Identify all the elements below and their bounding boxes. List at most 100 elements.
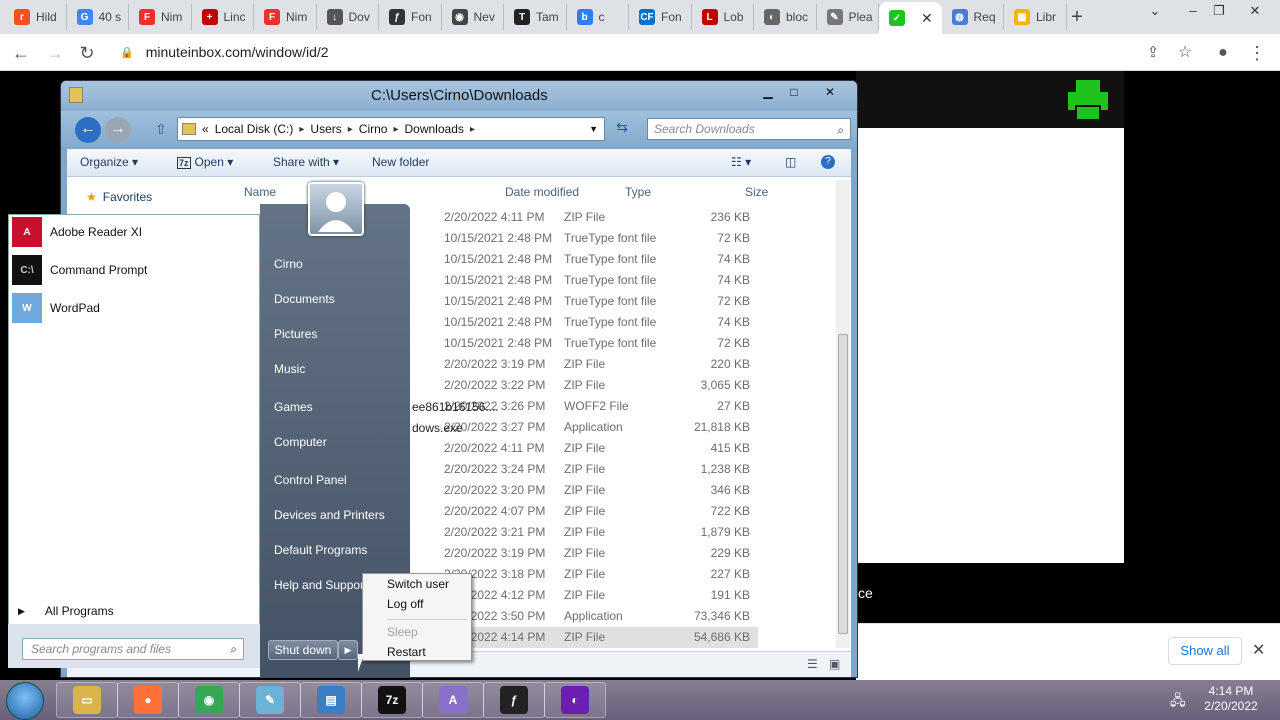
new-folder-button[interactable]: New folder (372, 155, 429, 169)
breadcrumb-separator-icon[interactable]: ▸ (299, 124, 304, 135)
share-icon[interactable]: ⇪ (1140, 40, 1166, 66)
column-type[interactable]: Type (625, 185, 651, 199)
breadcrumb-item[interactable]: Local Disk (C:) (215, 122, 294, 136)
menu-icon[interactable]: ⋮ (1244, 40, 1270, 66)
shut-down-button[interactable]: Shut down (268, 640, 338, 660)
taskbar-chrome-button[interactable]: ◉ (178, 682, 240, 718)
browser-tab[interactable]: T Tam (504, 4, 567, 30)
start-place-item[interactable]: Control Panel (274, 473, 347, 487)
file-row[interactable]: 10/15/2021 2:48 PM TrueType font file 72 K… (438, 291, 758, 312)
file-row[interactable]: 2/20/2022 3:21 PM ZIP File 1,879 KB (438, 522, 758, 543)
taskbar-media-app-button[interactable]: ◐ (544, 682, 606, 718)
browser-tab[interactable]: ↓ Dov (317, 4, 379, 30)
column-name[interactable]: Name (244, 185, 276, 199)
program-item[interactable]: A Adobe Reader XI (12, 217, 142, 247)
file-row[interactable]: 2/20/2022 4:11 PM ZIP File 415 KB (438, 438, 758, 459)
back-icon[interactable]: ← (8, 40, 34, 66)
address-dropdown-icon[interactable]: ▼ (589, 124, 598, 134)
file-name-partial[interactable]: ee861b16156.... (412, 400, 499, 414)
file-row[interactable]: 10/15/2021 2:48 PM TrueType font file 74 K… (438, 270, 758, 291)
taskbar-firefox-button[interactable]: ● (117, 682, 179, 718)
file-row[interactable]: 2/20/2022 3:19 PM ZIP File 229 KB (438, 543, 758, 564)
column-date-modified[interactable]: Date modified (505, 185, 579, 199)
column-size[interactable]: Size (745, 185, 768, 199)
favorites-nav[interactable]: ★ Favorites (86, 190, 152, 204)
close-tab-icon[interactable]: ✕ (921, 10, 933, 27)
close-download-bar-icon[interactable]: ✕ (1252, 640, 1265, 660)
printer-icon[interactable] (1066, 78, 1110, 122)
browser-tab[interactable]: ◐ bloc (754, 4, 817, 30)
maximize-icon[interactable]: □ (781, 83, 807, 101)
file-row[interactable]: 2/20/2022 3:24 PM ZIP File 1,238 KB (438, 459, 758, 480)
browser-tab[interactable]: L Lob (692, 4, 754, 30)
taskbar-7-zip-button[interactable]: 7z (361, 682, 423, 718)
user-avatar[interactable] (308, 182, 364, 236)
forward-icon[interactable]: → (105, 117, 131, 143)
browser-tab[interactable]: G 40 s (67, 4, 129, 30)
browser-tab[interactable]: CF Fon (629, 4, 692, 30)
shut-down-options-arrow[interactable]: ▶ (338, 640, 358, 660)
browser-tab[interactable]: bc (567, 4, 629, 30)
start-place-item[interactable]: Music (274, 362, 305, 376)
system-clock[interactable]: 4:14 PM 2/20/2022 (1196, 684, 1266, 714)
address-bar[interactable]: 🔒 minuteinbox.com/window/id/2 (108, 37, 1208, 67)
start-place-item[interactable]: Pictures (274, 327, 317, 341)
start-place-item[interactable]: Devices and Printers (274, 508, 385, 522)
file-name-partial[interactable]: dows.exe (412, 421, 463, 435)
address-breadcrumb[interactable]: « Local Disk (C:) ▸ Users ▸ Cirno ▸ Downloads ▸ ▼ (177, 117, 605, 141)
open-button[interactable]: 7z Open ▾ (177, 155, 233, 169)
up-icon[interactable]: ⇧ (155, 121, 167, 138)
restart-item[interactable]: Restart (387, 645, 426, 659)
restore-icon[interactable]: ❐ (1204, 0, 1234, 24)
breadcrumb-item[interactable]: Downloads (405, 122, 464, 136)
file-row[interactable]: 2/20/2022 4:14 PM ZIP File 54,686 KB (438, 627, 758, 648)
file-row[interactable]: 2/20/2022 4:12 PM ZIP File 191 KB (438, 585, 758, 606)
taskbar-explorer-button[interactable]: ▭ (56, 682, 118, 718)
tab-search-icon[interactable]: ⌄ (1140, 0, 1170, 24)
file-row[interactable]: 2/20/2022 3:19 PM ZIP File 220 KB (438, 354, 758, 375)
file-row[interactable]: 2/20/2022 4:11 PM ZIP File 236 KB (438, 207, 758, 228)
bookmark-star-icon[interactable]: ☆ (1172, 40, 1198, 66)
file-row[interactable]: 2/20/2022 4:07 PM ZIP File 722 KB (438, 501, 758, 522)
profile-icon[interactable]: ● (1210, 40, 1236, 66)
log-off-item[interactable]: Log off (387, 597, 423, 611)
file-row[interactable]: 2/20/2022 3:20 PM ZIP File 346 KB (438, 480, 758, 501)
file-row[interactable]: 2/20/2022 3:18 PM ZIP File 227 KB (438, 564, 758, 585)
taskbar-font-app-button[interactable]: ƒ (483, 682, 545, 718)
breadcrumb-item[interactable]: Users (310, 122, 341, 136)
reload-icon[interactable]: ↻ (74, 40, 100, 66)
file-row[interactable]: 10/15/2021 2:48 PM TrueType font file 74 K… (438, 249, 758, 270)
all-programs-item[interactable]: ▶ All Programs (18, 604, 114, 618)
network-icon[interactable]: 🖧 (1170, 690, 1188, 708)
browser-tab[interactable]: + Linc (192, 4, 254, 30)
explorer-title-bar[interactable]: C:\Users\Cirno\Downloads ▁ □ ✕ (61, 81, 857, 111)
taskbar-fontforge-button[interactable]: A (422, 682, 484, 718)
organize-button[interactable]: Organize ▾ (80, 155, 138, 169)
browser-tab[interactable]: ✎ Plea (817, 4, 879, 30)
start-place-item[interactable]: Cirno (274, 257, 303, 271)
show-all-button[interactable]: Show all (1168, 637, 1242, 665)
browser-tab[interactable]: F Nim (254, 4, 317, 30)
close-window-icon[interactable]: ✕ (1240, 0, 1270, 24)
search-downloads-input[interactable]: Search Downloads ⌕ (647, 118, 851, 140)
file-row[interactable]: 2/20/2022 3:22 PM ZIP File 3,065 KB (438, 375, 758, 396)
start-place-item[interactable]: Default Programs (274, 543, 367, 557)
new-tab-button[interactable]: + (1064, 5, 1090, 29)
forward-icon[interactable]: → (42, 40, 68, 66)
file-row[interactable]: 2/20/2022 3:27 PM Application 21,818 KB (438, 417, 758, 438)
file-row[interactable]: 2/20/2022 3:50 PM Application 73,346 KB (438, 606, 758, 627)
taskbar-control-panel-button[interactable]: ▤ (300, 682, 362, 718)
minimize-icon[interactable]: ▁ (755, 83, 781, 101)
browser-tab[interactable]: r Hild (4, 4, 67, 30)
browser-tab[interactable]: ◍ Req (942, 4, 1004, 30)
sleep-item[interactable]: Sleep (387, 625, 418, 639)
taskbar-notepad-button[interactable]: ✎ (239, 682, 301, 718)
program-item[interactable]: W WordPad (12, 293, 100, 323)
start-place-item[interactable]: Games (274, 400, 313, 414)
browser-tab[interactable]: ƒ Fon (379, 4, 442, 30)
breadcrumb-item[interactable]: « (202, 122, 209, 136)
browser-tab[interactable]: F Nim (129, 4, 192, 30)
share-with-button[interactable]: Share with ▾ (273, 155, 339, 169)
refresh-icon[interactable]: ⇆ (611, 119, 633, 139)
program-item[interactable]: C:\ Command Prompt (12, 255, 147, 285)
